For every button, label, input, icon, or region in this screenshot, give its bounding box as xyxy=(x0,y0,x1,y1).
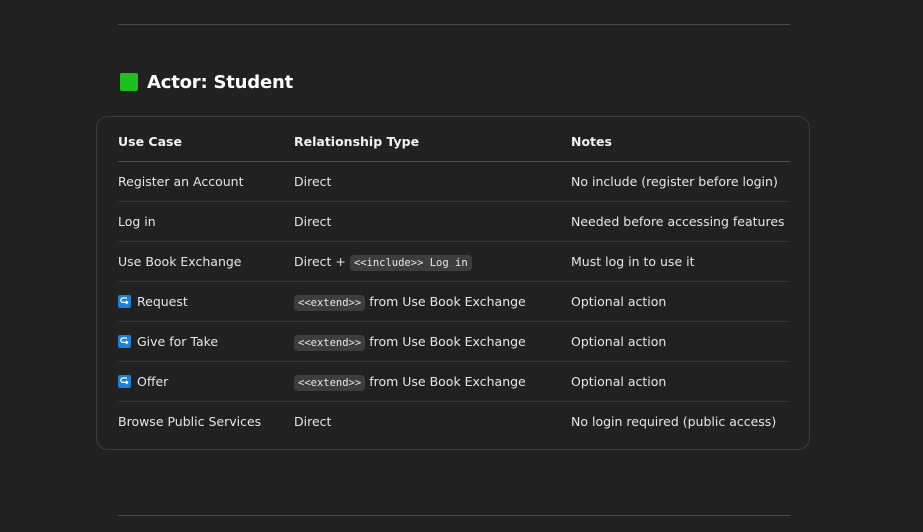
relationship-cell: Direct + <<include>> Log in xyxy=(294,241,571,282)
use-case-cell: Use Book Exchange xyxy=(118,241,294,282)
notes-cell: Optional action xyxy=(571,281,790,322)
relationship-cell: <<extend>> from Use Book Exchange xyxy=(294,321,571,362)
return-arrow-icon xyxy=(118,295,131,308)
heading-title: Actor: Student xyxy=(147,71,294,93)
section-heading: Actor: Student xyxy=(118,68,293,96)
relationship-suffix: from Use Book Exchange xyxy=(365,334,526,349)
relationship-cell: <<extend>> from Use Book Exchange xyxy=(294,361,571,402)
use-case-cell: Request xyxy=(118,281,294,322)
relationship-cell: <<extend>> from Use Book Exchange xyxy=(294,281,571,322)
use-case-cell: Register an Account xyxy=(118,161,294,202)
use-case-cell: Browse Public Services xyxy=(118,414,262,429)
return-arrow-icon xyxy=(118,335,131,348)
relationship-cell: Direct xyxy=(294,201,571,242)
header-notes: Notes xyxy=(571,121,790,162)
use-case-label: Give for Take xyxy=(137,334,219,349)
notes-cell: No login required (public access) xyxy=(571,414,777,429)
extend-code: <<extend>> xyxy=(294,295,366,311)
relationship-suffix: from Use Book Exchange xyxy=(365,294,526,309)
use-case-cell: Log in xyxy=(118,201,294,242)
header-relationship-type: Relationship Type xyxy=(294,121,571,162)
bottom-divider xyxy=(118,515,790,516)
use-case-cell: Offer xyxy=(118,361,294,402)
include-code: <<include>> Log in xyxy=(349,255,472,271)
use-case-label: Request xyxy=(137,294,188,309)
table-row: Register an Account Direct No include (r… xyxy=(118,161,790,202)
table-row: Browse Public Services Direct No login r… xyxy=(118,402,790,442)
notes-cell: Optional action xyxy=(571,321,790,362)
notes-cell: Needed before accessing features xyxy=(571,201,790,242)
table-row: Offer <<extend>> from Use Book Exchange … xyxy=(118,361,790,402)
extend-code: <<extend>> xyxy=(294,375,366,391)
table-row: Use Book Exchange Direct + <<include>> L… xyxy=(118,241,790,282)
return-arrow-icon xyxy=(118,375,131,388)
header-use-case: Use Case xyxy=(118,121,294,162)
extend-code: <<extend>> xyxy=(294,335,366,351)
relationship-suffix: from Use Book Exchange xyxy=(365,374,526,389)
table-row: Give for Take <<extend>> from Use Book E… xyxy=(118,321,790,362)
table-row: Log in Direct Needed before accessing fe… xyxy=(118,201,790,242)
top-divider xyxy=(118,24,790,25)
use-case-table: Use Case Relationship Type Notes Registe… xyxy=(118,121,790,441)
relationship-cell: Direct xyxy=(294,161,571,202)
use-case-label: Offer xyxy=(137,374,169,389)
relationship-prefix: Direct + xyxy=(294,254,350,269)
green-square-icon xyxy=(120,73,138,91)
use-case-table-container: Use Case Relationship Type Notes Registe… xyxy=(96,116,810,450)
notes-cell: No include (register before login) xyxy=(571,161,790,202)
relationship-cell: Direct xyxy=(294,414,332,429)
table-row: Request <<extend>> from Use Book Exchang… xyxy=(118,281,790,322)
use-case-cell: Give for Take xyxy=(118,321,294,362)
notes-cell: Optional action xyxy=(571,361,790,402)
notes-cell: Must log in to use it xyxy=(571,241,790,282)
table-header-row: Use Case Relationship Type Notes xyxy=(118,121,790,162)
